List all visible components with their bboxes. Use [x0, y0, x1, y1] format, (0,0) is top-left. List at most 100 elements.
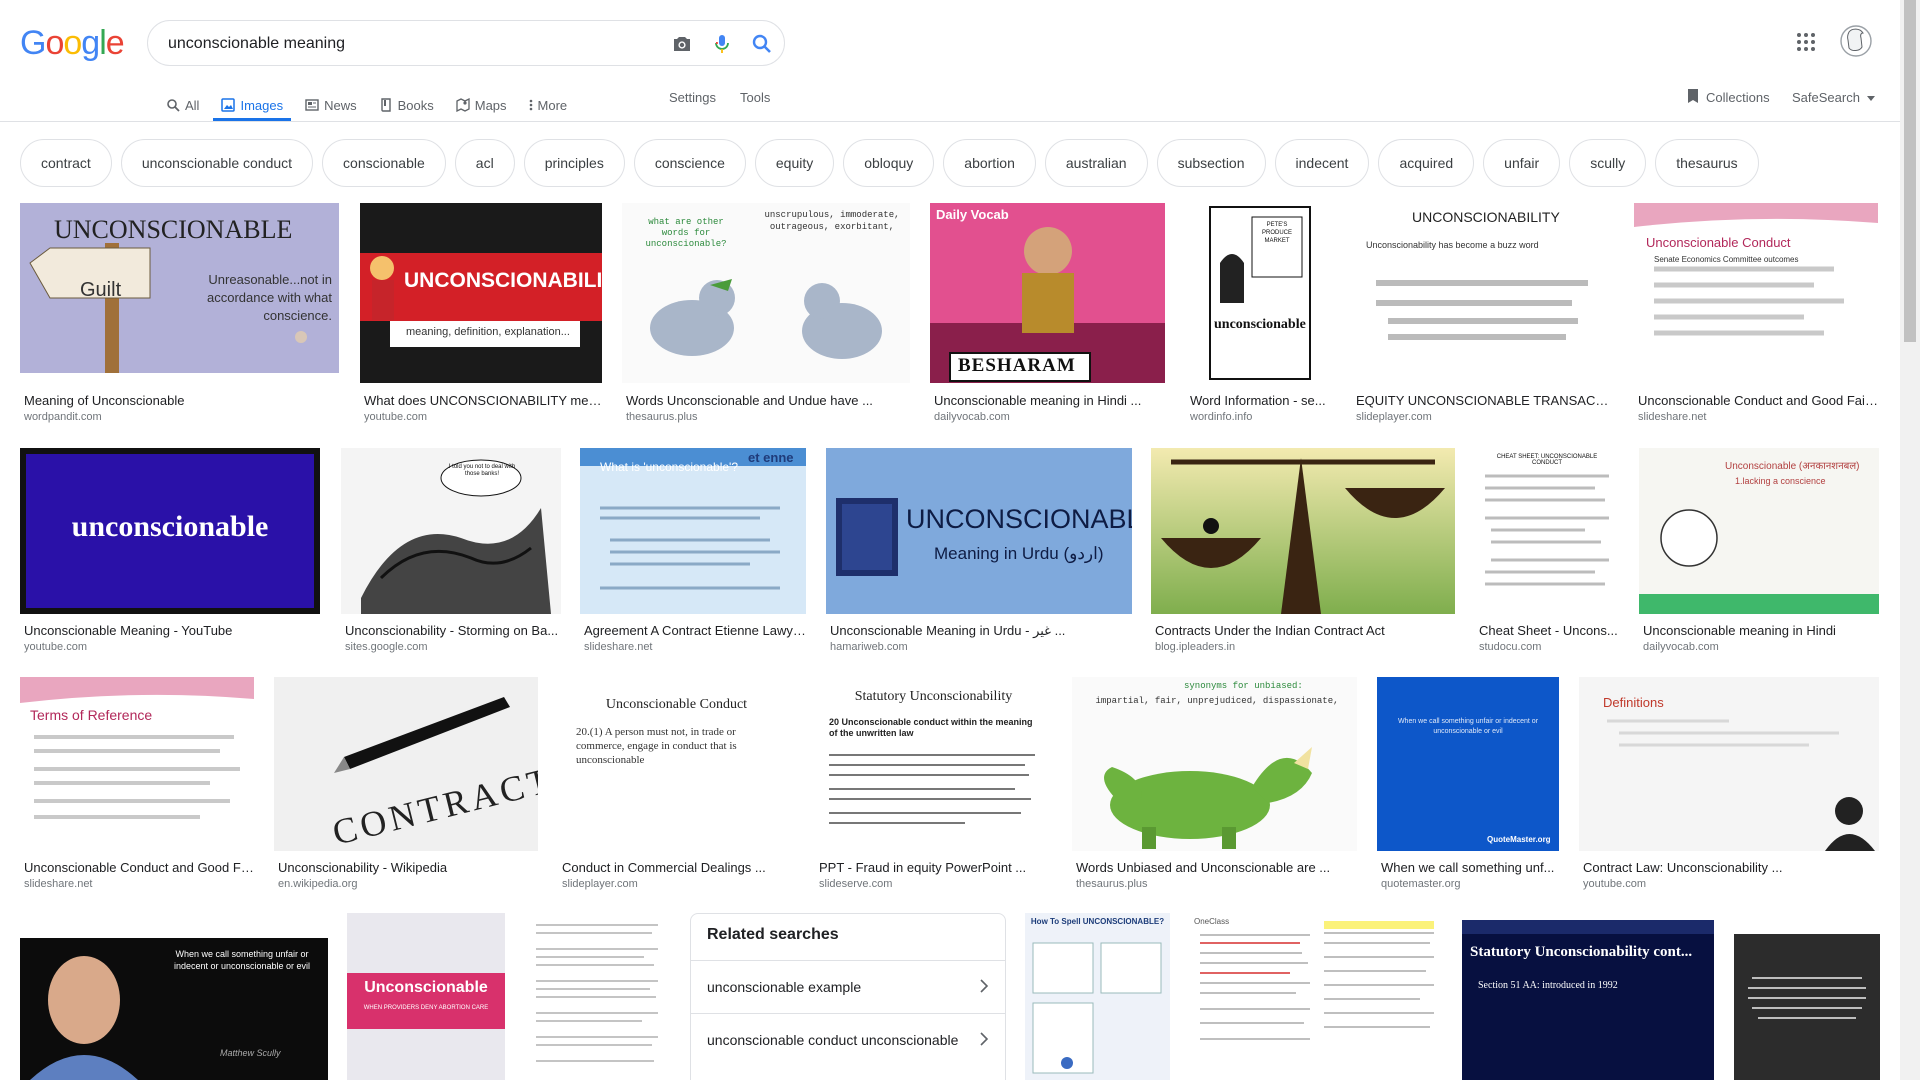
result-thumbnail[interactable]: CHEAT SHEET: UNCONSCIONABLE CONDUCT [1475, 448, 1619, 614]
image-result[interactable]: I told you not to deal with those banks!… [341, 448, 561, 658]
result-thumbnail[interactable]: When we call something unfair or indecen… [20, 938, 328, 1080]
image-result[interactable]: When we call something unfair or indecen… [20, 938, 328, 1080]
image-result[interactable]: UNCONSCIONABLE Meaning in Urdu (اردو) Un… [826, 448, 1132, 658]
result-thumbnail[interactable]: what are other words for unconscionable?… [622, 203, 910, 383]
tab-all[interactable]: All [166, 82, 199, 120]
result-source[interactable]: studocu.com [1479, 641, 1541, 653]
image-result[interactable]: Statutory Unconscionability 20 Unconscio… [815, 677, 1052, 892]
result-caption[interactable]: Unconscionability - Wikipedia [278, 860, 540, 875]
chip[interactable]: thesaurus [1655, 139, 1759, 187]
result-thumbnail[interactable]: synonyms for unbiased: impartial, fair, … [1072, 677, 1357, 851]
scrollbar[interactable] [1900, 0, 1920, 1080]
result-caption[interactable]: Unconscionable meaning in Hindi ... [934, 393, 1166, 408]
image-result[interactable]: Daily Vocab BESHARAM Unconscionable mean… [930, 203, 1165, 428]
result-caption[interactable]: Unconscionable meaning in Hindi [1643, 623, 1881, 638]
result-source[interactable]: slideshare.net [1638, 411, 1707, 423]
chip[interactable]: australian [1044, 139, 1148, 187]
image-result[interactable]: Definitions Contract Law: Unconscionabil… [1579, 677, 1879, 892]
chip[interactable]: unconscionable conduct [120, 139, 314, 187]
image-result[interactable]: Statutory Unconscionability cont... Sect… [1462, 920, 1714, 1080]
result-thumbnail[interactable] [1151, 448, 1455, 614]
image-result[interactable]: CHEAT SHEET: UNCONSCIONABLE CONDUCT Chea… [1475, 448, 1619, 658]
image-result[interactable] [524, 913, 670, 1080]
result-thumbnail[interactable]: Unconscionable WHEN PROVIDERS DENY ABORT… [347, 913, 505, 1080]
result-caption[interactable]: When we call something unf... [1381, 860, 1561, 875]
image-result[interactable] [1734, 934, 1880, 1080]
result-thumbnail[interactable]: Unconscionable (अनकानशनबल) 1.lacking a c… [1639, 448, 1879, 614]
image-result[interactable]: CONTRACT Unconscionability - Wikipedia e… [274, 677, 538, 892]
related-search-item[interactable]: unconscionable example [691, 960, 1005, 1012]
result-source[interactable]: sites.google.com [345, 641, 428, 653]
result-thumbnail[interactable]: UNCONSCIONABILITY meaning, definition, e… [360, 203, 602, 383]
chip[interactable]: conscionable [322, 139, 446, 187]
image-result[interactable]: what are other words for unconscionable?… [622, 203, 910, 428]
image-result[interactable]: Unconscionable Conduct Senate Economics … [1634, 203, 1880, 428]
image-result[interactable]: OneClass [1190, 913, 1444, 1080]
chip[interactable]: subsection [1156, 139, 1266, 187]
tab-images[interactable]: Images [213, 82, 291, 121]
image-result[interactable]: UNCONSCIONABILITY Unconscionability has … [1352, 203, 1614, 428]
result-caption[interactable]: What does UNCONSCIONABILITY mea... [364, 393, 604, 408]
result-thumbnail[interactable]: Unconscionable Conduct 20.(1) A person m… [558, 677, 795, 851]
result-thumbnail[interactable]: When we call something unfair or indecen… [1377, 677, 1559, 851]
result-caption[interactable]: Unconscionable Conduct and Good Faith... [1638, 393, 1880, 408]
result-source[interactable]: en.wikipedia.org [278, 878, 358, 890]
result-thumbnail[interactable]: PETE'S PRODUCE MARKET unconscionable [1186, 203, 1332, 383]
tab-maps[interactable]: Maps [456, 82, 507, 120]
result-caption[interactable]: Word Information - se... [1190, 393, 1334, 408]
image-result[interactable]: UNCONSCIONABLE Unreasonable...not in acc… [20, 203, 339, 428]
result-source[interactable]: hamariweb.com [830, 641, 908, 653]
result-caption[interactable]: Contract Law: Unconscionability ... [1583, 860, 1881, 875]
result-thumbnail[interactable]: I told you not to deal with those banks! [341, 448, 561, 614]
result-caption[interactable]: Words Unconscionable and Undue have ... [626, 393, 910, 408]
image-result[interactable]: Contracts Under the Indian Contract Act … [1151, 448, 1455, 658]
result-source[interactable]: wordpandit.com [24, 411, 102, 423]
image-result[interactable]: Unconscionable (अनकानशनबल) 1.lacking a c… [1639, 448, 1879, 658]
result-caption[interactable]: PPT - Fraud in equity PowerPoint ... [819, 860, 1053, 875]
result-source[interactable]: dailyvocab.com [934, 411, 1010, 423]
tab-books[interactable]: Books [379, 82, 434, 120]
result-caption[interactable]: Meaning of Unconscionable [24, 393, 334, 408]
result-source[interactable]: slideplayer.com [1356, 411, 1432, 423]
scrollbar-thumb[interactable] [1904, 0, 1916, 342]
chip[interactable]: contract [20, 139, 112, 187]
result-thumbnail[interactable]: Terms of Reference [20, 677, 254, 851]
image-result[interactable]: Terms of Reference Unconscionable Conduc… [20, 677, 256, 892]
result-source[interactable]: slideshare.net [24, 878, 93, 890]
result-thumbnail[interactable]: UNCONSCIONABLE Unreasonable...not in acc… [20, 203, 339, 373]
result-caption[interactable]: Words Unbiased and Unconscionable are ..… [1076, 860, 1358, 875]
chip[interactable]: principles [523, 139, 625, 187]
chip[interactable]: unfair [1483, 139, 1561, 187]
result-caption[interactable]: EQUITY UNCONSCIONABLE TRANSACTI... [1356, 393, 1614, 408]
camera-icon[interactable] [670, 32, 694, 56]
result-thumbnail[interactable]: Statutory Unconscionability 20 Unconscio… [815, 677, 1052, 851]
result-thumbnail[interactable]: What is 'unconscionable'? et enne [580, 448, 806, 614]
image-result[interactable]: Unconscionable Conduct 20.(1) A person m… [558, 677, 795, 892]
result-source[interactable]: thesaurus.plus [626, 411, 698, 423]
image-result[interactable]: UNCONSCIONABILITY meaning, definition, e… [360, 203, 604, 428]
result-caption[interactable]: Agreement A Contract Etienne Lawyers [584, 623, 808, 638]
result-thumbnail[interactable]: unconscionable [20, 448, 320, 614]
result-thumbnail[interactable]: UNCONSCIONABLE Meaning in Urdu (اردو) [826, 448, 1132, 614]
result-caption[interactable]: Unconscionable Meaning in Urdu - غیر ... [830, 623, 1132, 639]
settings-link[interactable]: Settings [669, 90, 716, 105]
result-thumbnail[interactable] [1734, 934, 1880, 1080]
result-caption[interactable]: Conduct in Commercial Dealings ... [562, 860, 796, 875]
result-source[interactable]: quotemaster.org [1381, 878, 1461, 890]
image-result[interactable]: PETE'S PRODUCE MARKET unconscionable Wor… [1186, 203, 1332, 428]
chip[interactable]: acquired [1378, 139, 1475, 187]
result-source[interactable]: youtube.com [24, 641, 87, 653]
image-result[interactable]: When we call something unfair or indecen… [1377, 677, 1559, 892]
tab-news[interactable]: News [305, 82, 357, 120]
image-result[interactable]: synonyms for unbiased: impartial, fair, … [1072, 677, 1357, 892]
microphone-icon[interactable] [710, 32, 734, 56]
result-caption[interactable]: Cheat Sheet - Uncons... [1479, 623, 1621, 638]
result-thumbnail[interactable]: CONTRACT [274, 677, 538, 851]
result-source[interactable]: youtube.com [1583, 878, 1646, 890]
image-result[interactable]: What is 'unconscionable'? et enne Agreem… [580, 448, 808, 658]
result-caption[interactable]: Unconscionable Meaning - YouTube [24, 623, 320, 638]
search-icon[interactable] [750, 32, 774, 56]
search-input[interactable] [168, 33, 628, 55]
result-thumbnail[interactable]: Unconscionable Conduct Senate Economics … [1634, 203, 1878, 383]
collections-link[interactable]: Collections [1686, 88, 1770, 107]
